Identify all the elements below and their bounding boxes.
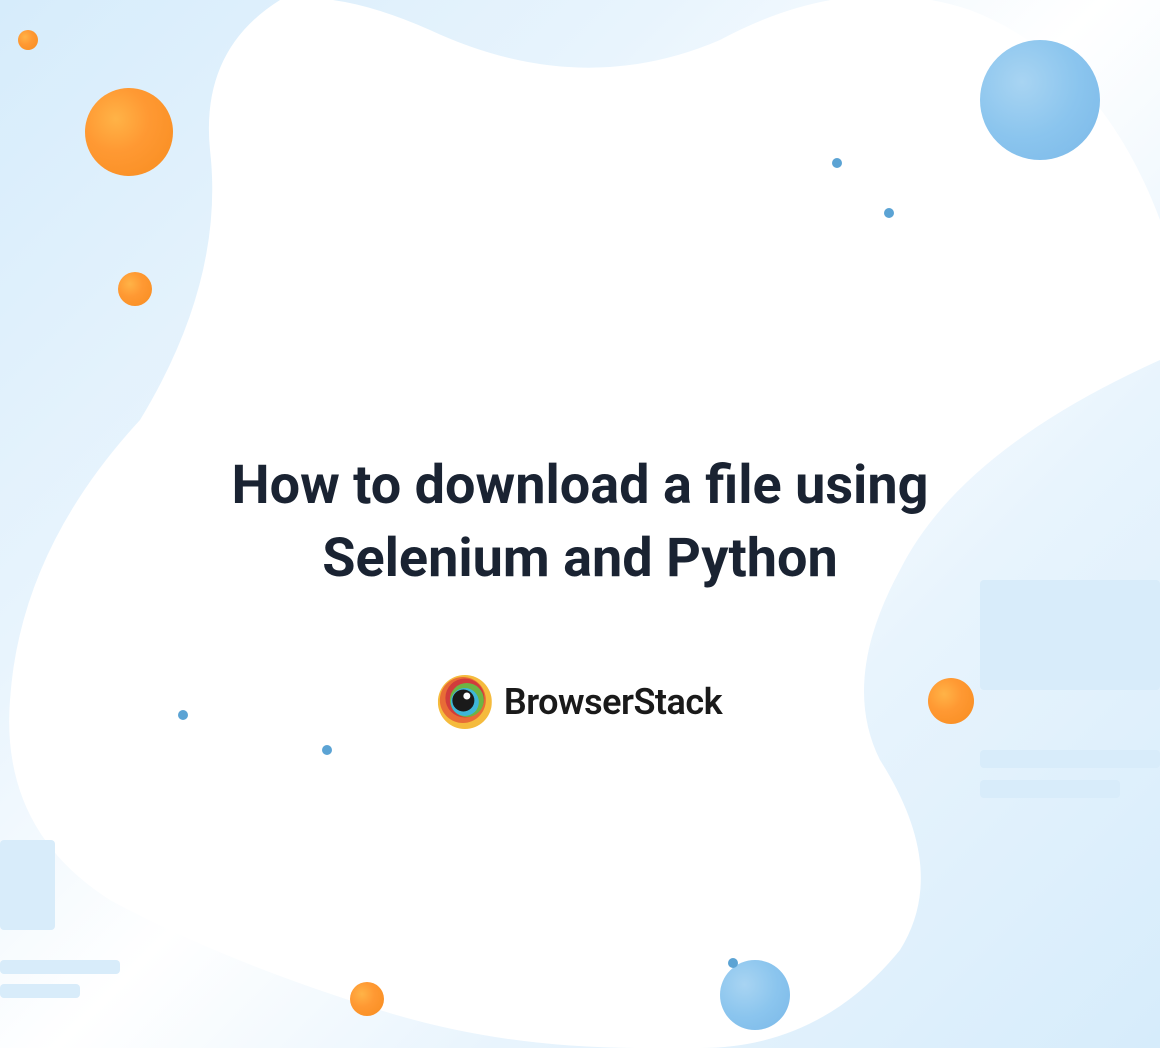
browserstack-logo-text: BrowserStack <box>504 681 722 723</box>
decorative-circle-orange <box>118 272 152 306</box>
browserstack-logo-icon <box>438 675 492 729</box>
decorative-lines-right <box>980 580 1160 810</box>
decorative-circle-orange <box>85 88 173 176</box>
decorative-dot <box>178 710 188 720</box>
decorative-circle-blue <box>980 40 1100 160</box>
decorative-lines-left <box>0 840 120 1008</box>
browserstack-logo: BrowserStack <box>438 675 722 729</box>
decorative-circle-blue <box>720 960 790 1030</box>
decorative-circle-orange <box>928 678 974 724</box>
decorative-circle-orange <box>350 982 384 1016</box>
decorative-dot <box>832 158 842 168</box>
decorative-dot <box>884 208 894 218</box>
decorative-dot <box>322 745 332 755</box>
page-title: How to download a file using Selenium an… <box>130 450 1030 596</box>
decorative-dot <box>728 958 738 968</box>
decorative-circle-orange <box>18 30 38 50</box>
